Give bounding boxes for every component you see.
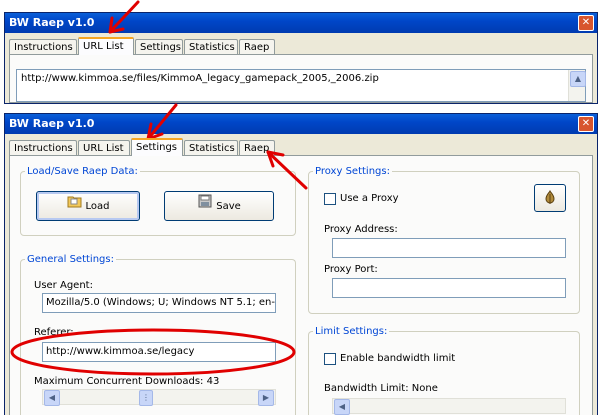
tab-instructions[interactable]: Instructions	[9, 140, 77, 155]
tab-url-list[interactable]: URL List	[78, 37, 134, 55]
url-list-textarea[interactable]: http://www.kimmoa.se/files/KimmoA_legacy…	[16, 69, 586, 102]
url-list-panel: http://www.kimmoa.se/files/KimmoA_legacy…	[9, 54, 593, 103]
close-icon: ✕	[581, 118, 591, 129]
max-downloads-slider[interactable]: ◀ ⋮ ▶	[42, 389, 276, 406]
window-title: BW Raep v1.0	[9, 16, 95, 29]
tab-settings[interactable]: Settings	[131, 138, 183, 156]
proxy-settings-legend: Proxy Settings:	[315, 166, 390, 177]
load-button[interactable]: Load	[36, 191, 140, 221]
referer-label: Referer:	[34, 327, 74, 338]
bandwidth-limit-slider[interactable]: ◀	[332, 398, 566, 415]
save-disk-icon	[197, 192, 213, 220]
scroll-left-button[interactable]: ◀	[334, 399, 350, 415]
scroll-left-button[interactable]: ◀	[44, 390, 60, 406]
save-button[interactable]: Save	[164, 191, 274, 221]
proxy-address-label: Proxy Address:	[324, 224, 398, 235]
enable-bandwidth-label: Enable bandwidth limit	[340, 353, 456, 364]
load-save-legend: Load/Save Raep Data:	[27, 166, 138, 177]
close-button[interactable]: ✕	[578, 116, 594, 132]
tab-raep[interactable]: Raep	[239, 39, 275, 54]
proxy-address-input[interactable]	[332, 238, 566, 258]
settings-panel: Load/Save Raep Data: Load Save General S…	[9, 155, 593, 415]
load-label: Load	[85, 201, 110, 212]
tab-raep[interactable]: Raep	[239, 140, 275, 155]
use-proxy-label: Use a Proxy	[340, 193, 399, 204]
tab-statistics[interactable]: Statistics	[184, 39, 238, 54]
title-bar[interactable]: BW Raep v1.0 ✕	[5, 13, 597, 33]
tab-settings[interactable]: Settings	[135, 39, 183, 54]
proxy-port-label: Proxy Port:	[324, 264, 378, 275]
user-agent-input[interactable]: Mozilla/5.0 (Windows; U; Windows NT 5.1;…	[42, 293, 276, 313]
max-downloads-label: Maximum Concurrent Downloads: 43	[34, 376, 220, 387]
scroll-right-button[interactable]: ▶	[258, 390, 274, 406]
enable-bandwidth-checkbox[interactable]	[324, 353, 336, 365]
close-button[interactable]: ✕	[578, 15, 594, 31]
title-bar[interactable]: BW Raep v1.0 ✕	[5, 114, 597, 134]
url-entry: http://www.kimmoa.se/files/KimmoA_legacy…	[21, 73, 379, 84]
user-agent-label: User Agent:	[34, 280, 93, 291]
close-icon: ✕	[581, 17, 591, 28]
onion-icon	[543, 189, 557, 209]
use-proxy-checkbox[interactable]	[324, 193, 336, 205]
tab-instructions[interactable]: Instructions	[9, 39, 77, 54]
slider-thumb[interactable]: ⋮	[139, 390, 153, 406]
window-settings: BW Raep v1.0 ✕ Instructions URL List Set…	[4, 113, 598, 415]
limit-settings-legend: Limit Settings:	[315, 326, 388, 337]
tab-url-list[interactable]: URL List	[78, 140, 130, 155]
window-url-list: BW Raep v1.0 ✕ Instructions URL List Set…	[4, 12, 598, 104]
referer-input[interactable]: http://www.kimmoa.se/legacy	[42, 342, 276, 362]
window-title: BW Raep v1.0	[9, 117, 95, 130]
folder-open-icon	[67, 192, 83, 220]
general-settings-legend: General Settings:	[27, 254, 114, 265]
proxy-settings-button[interactable]	[534, 184, 566, 212]
bandwidth-limit-label: Bandwidth Limit: None	[324, 383, 438, 394]
save-label: Save	[216, 201, 241, 212]
url-list-scrollbar[interactable]: ▲	[568, 70, 586, 101]
proxy-port-input[interactable]	[332, 278, 566, 298]
tab-statistics[interactable]: Statistics	[184, 140, 238, 155]
scroll-up-button[interactable]: ▲	[570, 71, 586, 87]
